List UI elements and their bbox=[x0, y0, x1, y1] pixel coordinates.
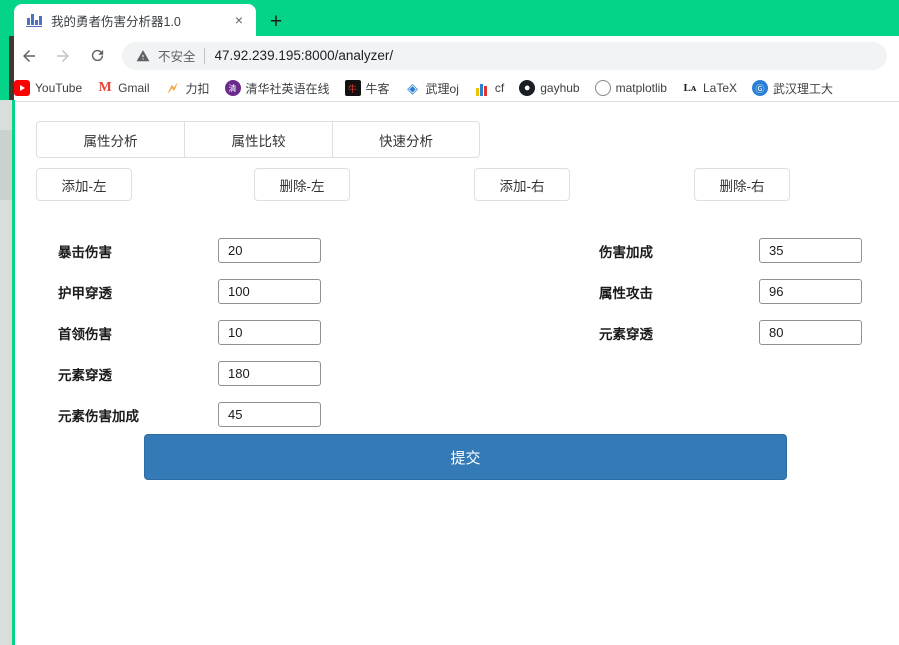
field-label: 首领伤害 bbox=[58, 326, 112, 342]
codeforces-icon bbox=[474, 80, 490, 96]
field-row: 暴击伤害 bbox=[58, 230, 458, 271]
damage-analyzer-page: 属性分析 属性比较 快速分析 添加-左 删除-左 添加-右 删除-右 暴击伤害 bbox=[14, 102, 899, 645]
github-icon: ● bbox=[519, 80, 536, 96]
add-remove-button-row: 添加-左 删除-左 添加-右 删除-右 bbox=[14, 168, 899, 204]
field-row: 元素伤害加成 bbox=[58, 394, 458, 435]
bookmarks-bar: YouTube M Gmail 🗲 力扣 清 清华社英语在线 牛 牛客 ◈ 武理… bbox=[0, 75, 899, 102]
field-row: 属性攻击 bbox=[599, 271, 899, 312]
tab-title: 我的勇者伤害分析器1.0 bbox=[51, 14, 181, 29]
submit-button[interactable]: 提交 bbox=[144, 434, 787, 480]
bookmark-label: cf bbox=[494, 81, 505, 95]
browser-window: 我的勇者伤害分析器1.0 × + 不安全 47.92.239.195:8000/… bbox=[0, 0, 899, 645]
mode-tab-group: 属性分析 属性比较 快速分析 bbox=[36, 121, 480, 158]
back-arrow-icon[interactable] bbox=[14, 41, 44, 71]
bookmark-github[interactable]: ● gayhub bbox=[519, 80, 580, 96]
forward-arrow-icon[interactable] bbox=[48, 41, 78, 71]
bookmark-nowcoder[interactable]: 牛 牛客 bbox=[344, 80, 390, 97]
wlurl-oj-icon: ◈ bbox=[407, 80, 418, 96]
field-label: 暴击伤害 bbox=[58, 244, 112, 260]
field-row: 护甲穿透 bbox=[58, 271, 458, 312]
warning-triangle-icon bbox=[136, 49, 152, 63]
field-row: 元素穿透 bbox=[599, 312, 899, 353]
left-input-armor-pen[interactable] bbox=[218, 279, 321, 304]
left-input-element-damage-bonus[interactable] bbox=[218, 402, 321, 427]
bookmark-tsinghua[interactable]: 清 清华社英语在线 bbox=[224, 80, 330, 97]
field-label: 属性攻击 bbox=[599, 285, 653, 301]
left-attribute-column: 暴击伤害 护甲穿透 首领伤害 元素穿透 bbox=[58, 230, 458, 435]
remove-right-button[interactable]: 删除-右 bbox=[694, 168, 790, 201]
left-input-crit-damage[interactable] bbox=[218, 238, 321, 263]
right-input-damage-bonus[interactable] bbox=[759, 238, 862, 263]
youtube-icon bbox=[14, 80, 30, 96]
close-icon[interactable]: × bbox=[230, 11, 248, 29]
bookmark-label: Gmail bbox=[118, 81, 150, 95]
bookmark-codeforces[interactable]: cf bbox=[474, 80, 504, 96]
tab-strip: 我的勇者伤害分析器1.0 × + bbox=[0, 0, 899, 36]
field-label: 元素伤害加成 bbox=[58, 408, 139, 424]
bookmark-label: LaTeX bbox=[702, 81, 737, 95]
nowcoder-icon: 牛 bbox=[344, 80, 361, 96]
browser-tab-active[interactable]: 我的勇者伤害分析器1.0 × bbox=[14, 4, 256, 36]
security-warning-label: 不安全 bbox=[158, 50, 196, 64]
left-input-element-pen[interactable] bbox=[218, 361, 321, 386]
bookmark-label: 力扣 bbox=[185, 81, 210, 96]
field-label: 元素穿透 bbox=[58, 367, 112, 383]
tab-attribute-analysis[interactable]: 属性分析 bbox=[36, 121, 184, 158]
field-label: 元素穿透 bbox=[599, 326, 653, 342]
bookmark-leetcode[interactable]: 🗲 力扣 bbox=[165, 80, 210, 97]
new-tab-button[interactable]: + bbox=[263, 8, 289, 34]
tab-quick-analysis[interactable]: 快速分析 bbox=[332, 121, 480, 158]
bookmark-label: 清华社英语在线 bbox=[245, 81, 330, 96]
reload-icon[interactable] bbox=[82, 41, 112, 71]
bookmark-matplotlib[interactable]: matplotlib bbox=[594, 80, 667, 96]
bookmark-label: gayhub bbox=[540, 81, 580, 95]
remove-left-button[interactable]: 删除-左 bbox=[254, 168, 350, 201]
bookmark-label: 武理oj bbox=[425, 81, 459, 96]
field-row: 首领伤害 bbox=[58, 312, 458, 353]
field-label: 护甲穿透 bbox=[58, 285, 112, 301]
bookmark-label: YouTube bbox=[35, 81, 83, 95]
whut-icon: Ⓖ bbox=[752, 80, 768, 96]
gmail-icon: M bbox=[98, 80, 112, 95]
chart-bar-icon bbox=[26, 12, 42, 28]
bookmark-whut[interactable]: Ⓖ 武汉理工大 bbox=[752, 80, 833, 97]
browser-toolbar: 不安全 47.92.239.195:8000/analyzer/ bbox=[0, 36, 899, 75]
tab-attribute-compare[interactable]: 属性比较 bbox=[184, 121, 332, 158]
bookmark-youtube[interactable]: YouTube bbox=[14, 80, 82, 96]
field-label: 伤害加成 bbox=[599, 244, 653, 260]
right-input-element-pen[interactable] bbox=[759, 320, 862, 345]
address-bar[interactable]: 不安全 47.92.239.195:8000/analyzer/ bbox=[122, 41, 887, 70]
field-row: 元素穿透 bbox=[58, 353, 458, 394]
right-input-attribute-attack[interactable] bbox=[759, 279, 862, 304]
bookmark-wlu-oj[interactable]: ◈ 武理oj bbox=[405, 80, 459, 97]
bookmark-gmail[interactable]: M Gmail bbox=[97, 80, 150, 96]
add-right-button[interactable]: 添加-右 bbox=[474, 168, 570, 201]
page-viewport: 属性分析 属性比较 快速分析 添加-左 删除-左 添加-右 删除-右 暴击伤害 bbox=[0, 102, 899, 645]
bookmark-latex[interactable]: Lᴀ LaTeX bbox=[682, 80, 737, 96]
url-text: 47.92.239.195:8000/analyzer/ bbox=[214, 48, 394, 63]
matplotlib-icon bbox=[594, 80, 611, 96]
bookmark-label: 武汉理工大 bbox=[773, 81, 834, 96]
left-input-boss-damage[interactable] bbox=[218, 320, 321, 345]
tsinghua-icon: 清 bbox=[224, 80, 241, 96]
field-row: 伤害加成 bbox=[599, 230, 899, 271]
bookmark-label: 牛客 bbox=[365, 81, 390, 96]
leetcode-icon: 🗲 bbox=[167, 80, 178, 96]
bookmark-label: matplotlib bbox=[615, 81, 667, 95]
latex-icon: Lᴀ bbox=[683, 82, 697, 94]
omnibox-divider bbox=[203, 47, 205, 64]
add-left-button[interactable]: 添加-左 bbox=[36, 168, 132, 201]
right-attribute-column: 伤害加成 属性攻击 元素穿透 bbox=[599, 230, 899, 353]
